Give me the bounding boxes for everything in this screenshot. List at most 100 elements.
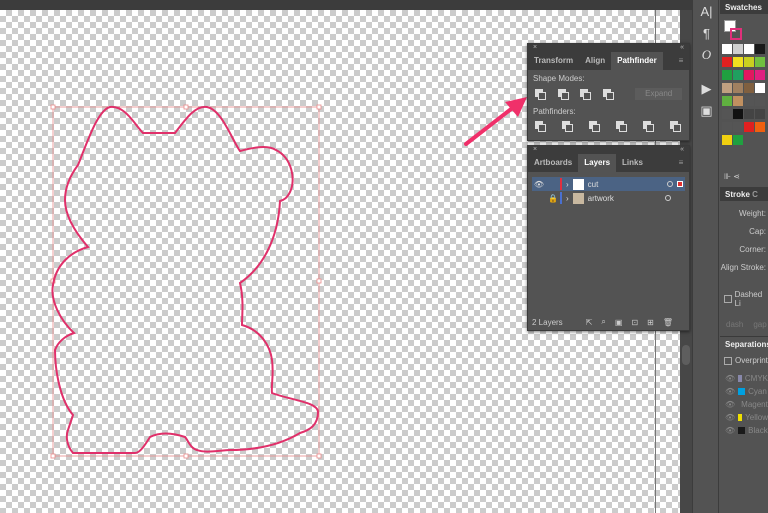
tab-align[interactable]: Align xyxy=(579,52,611,70)
tab-artboards[interactable]: Artboards xyxy=(528,154,578,172)
color-swatch[interactable] xyxy=(755,57,765,67)
opentype-icon[interactable]: O xyxy=(693,44,720,66)
layer-name[interactable]: artwork xyxy=(588,194,614,203)
target-circle-icon[interactable] xyxy=(665,195,671,201)
color-swatch[interactable] xyxy=(733,135,743,145)
clipping-mask-icon[interactable]: ▣ xyxy=(615,318,623,327)
color-swatch[interactable] xyxy=(733,109,743,119)
color-swatch[interactable] xyxy=(722,44,732,54)
color-swatch[interactable] xyxy=(722,70,732,80)
separation-row[interactable]: 👁 Magenta xyxy=(720,398,768,411)
close-icon[interactable]: × xyxy=(533,44,537,52)
color-swatch[interactable] xyxy=(733,70,743,80)
overprint-checkbox[interactable] xyxy=(724,356,732,365)
panel-menu-icon[interactable]: ≡ xyxy=(673,154,689,172)
color-swatch[interactable] xyxy=(733,83,743,93)
artboard-navigator-icon[interactable]: ▣ xyxy=(693,100,720,122)
color-swatch[interactable] xyxy=(722,109,732,119)
color-swatch[interactable] xyxy=(744,109,754,119)
color-swatch[interactable] xyxy=(722,57,732,67)
tab-transform[interactable]: Transform xyxy=(528,52,579,70)
tab-layers[interactable]: Layers xyxy=(578,154,617,172)
tab-pathfinder[interactable]: Pathfinder xyxy=(611,52,663,70)
lock-icon[interactable]: 🔒 xyxy=(546,194,560,203)
separation-row[interactable]: 👁 Cyan xyxy=(720,385,768,398)
color-swatch[interactable] xyxy=(722,83,732,93)
selection-indicator[interactable] xyxy=(677,181,683,187)
scrollbar-thumb[interactable] xyxy=(682,345,690,365)
divide-icon[interactable] xyxy=(535,121,546,132)
eye-icon[interactable]: 👁 xyxy=(532,180,546,189)
merge-icon[interactable] xyxy=(589,121,600,132)
cut-path-outline[interactable] xyxy=(51,105,320,454)
selection-handles[interactable] xyxy=(50,104,322,459)
stroke-tab[interactable]: Stroke C xyxy=(720,187,768,201)
separation-row[interactable]: 👁 CMYK xyxy=(720,372,768,385)
eye-icon[interactable]: 👁 xyxy=(725,426,735,435)
export-icon[interactable]: ⇱ xyxy=(586,318,593,327)
color-swatch[interactable] xyxy=(744,96,754,106)
outline-icon[interactable] xyxy=(643,121,654,132)
locate-object-icon[interactable]: ⌕ xyxy=(601,317,605,327)
exclude-icon[interactable] xyxy=(602,89,614,100)
separations-title[interactable]: Separations xyxy=(720,336,768,350)
color-swatch[interactable] xyxy=(755,109,765,119)
color-swatch[interactable] xyxy=(722,135,732,145)
color-swatch[interactable] xyxy=(755,122,765,132)
layer-row-cut[interactable]: 👁 › cut xyxy=(532,177,685,191)
color-swatch[interactable] xyxy=(722,96,732,106)
paragraph-icon[interactable]: ¶ xyxy=(693,22,720,44)
collapse-icon[interactable]: « xyxy=(680,44,684,52)
unite-icon[interactable] xyxy=(535,89,546,100)
color-swatch[interactable] xyxy=(744,122,754,132)
color-swatch[interactable] xyxy=(755,96,765,106)
dashed-line-checkbox[interactable] xyxy=(724,295,732,303)
eye-icon[interactable]: 👁 xyxy=(725,387,735,396)
layer-count: 2 Layers xyxy=(532,317,563,327)
eye-icon[interactable]: 👁 xyxy=(725,374,735,383)
arrow-annotation xyxy=(464,97,527,146)
target-circle-icon[interactable] xyxy=(667,181,673,187)
stroke-swatch[interactable] xyxy=(730,28,742,40)
color-swatch[interactable] xyxy=(744,57,754,67)
minus-back-icon[interactable] xyxy=(670,121,681,132)
expand-chevron-icon[interactable]: › xyxy=(566,180,569,189)
separation-row[interactable]: 👁 Yellow xyxy=(720,411,768,424)
trim-icon[interactable] xyxy=(562,121,573,132)
character-icon[interactable]: A| xyxy=(693,0,720,22)
separation-row[interactable]: 👁 Black xyxy=(720,424,768,437)
color-swatch[interactable] xyxy=(722,122,732,132)
close-icon[interactable]: × xyxy=(533,146,537,154)
expand-chevron-icon[interactable]: › xyxy=(566,194,569,203)
new-sublayer-icon[interactable]: ⊡ xyxy=(631,318,638,327)
color-swatch[interactable] xyxy=(733,122,743,132)
layer-name[interactable]: cut xyxy=(588,180,599,189)
trash-icon[interactable]: 🗑 xyxy=(663,318,673,327)
ink-swatch xyxy=(738,427,746,434)
swatch-library-icon[interactable]: ⊪ ⋖ xyxy=(724,172,740,181)
fill-stroke-indicator[interactable] xyxy=(720,14,768,44)
color-swatch[interactable] xyxy=(733,44,743,54)
eye-icon[interactable]: 👁 xyxy=(725,413,735,422)
eye-icon[interactable]: 👁 xyxy=(725,400,735,409)
crop-icon[interactable] xyxy=(616,121,627,132)
swatches-title[interactable]: Swatches xyxy=(720,0,768,14)
color-swatch[interactable] xyxy=(744,44,754,54)
collapse-icon[interactable]: « xyxy=(680,146,684,154)
layer-row-artwork[interactable]: 🔒 › artwork xyxy=(532,191,685,205)
selection-bounding-box[interactable] xyxy=(52,106,320,457)
new-layer-icon[interactable]: ⊞ xyxy=(647,318,654,327)
actions-play-icon[interactable]: ▶ xyxy=(693,78,720,100)
expand-button[interactable]: Expand xyxy=(635,88,682,100)
color-swatch[interactable] xyxy=(733,96,743,106)
color-swatch[interactable] xyxy=(733,57,743,67)
color-swatch[interactable] xyxy=(755,83,765,93)
color-swatch[interactable] xyxy=(755,70,765,80)
color-swatch[interactable] xyxy=(755,44,765,54)
panel-menu-icon[interactable]: ≡ xyxy=(673,52,689,70)
intersect-icon[interactable] xyxy=(580,89,591,100)
color-swatch[interactable] xyxy=(744,83,754,93)
tab-links[interactable]: Links xyxy=(616,154,649,172)
minus-front-icon[interactable] xyxy=(557,89,569,100)
color-swatch[interactable] xyxy=(744,70,754,80)
